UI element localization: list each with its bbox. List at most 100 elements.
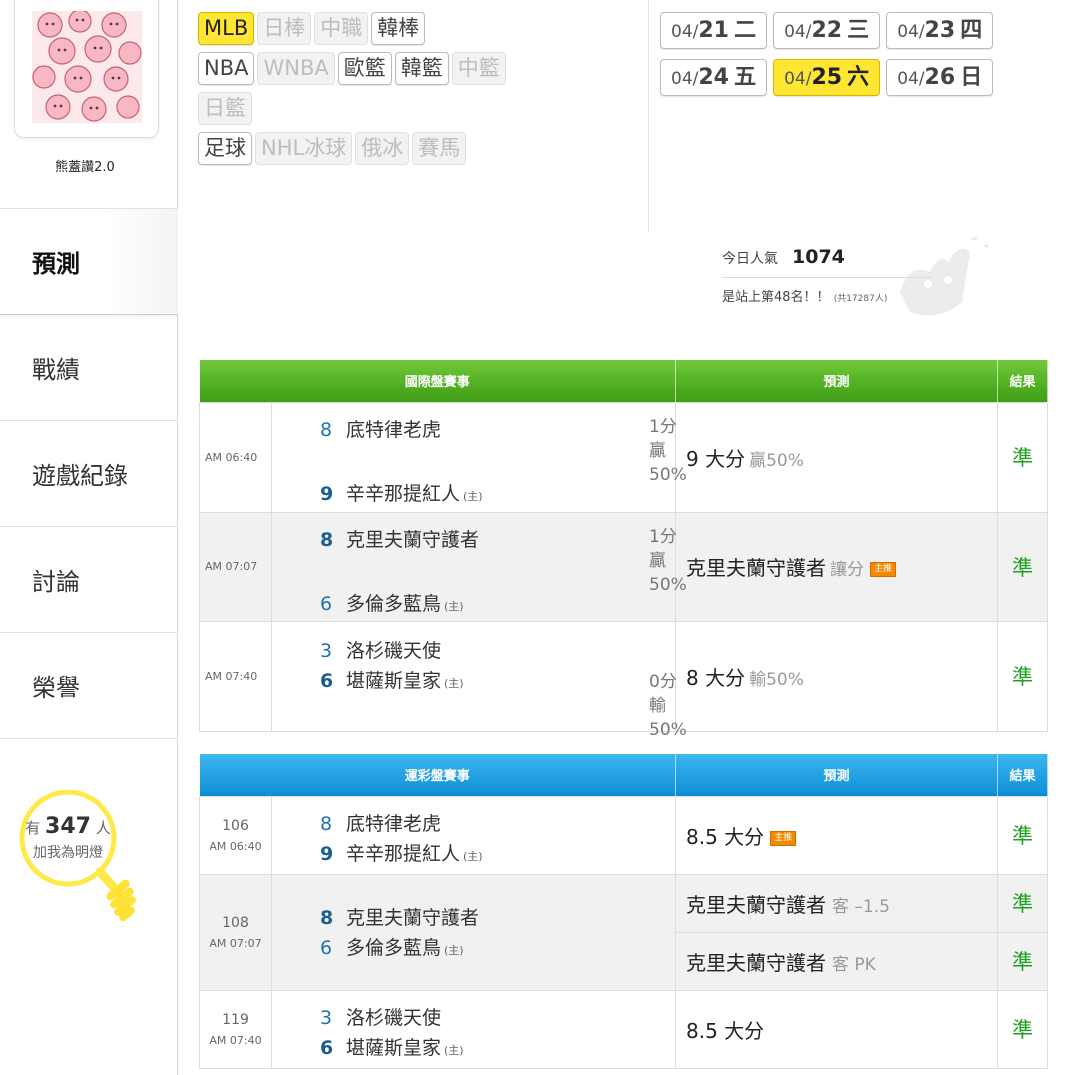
popularity-today: 今日人氣 1074 bbox=[722, 246, 1022, 274]
table-row: 108 AM 07:07 8 克里夫蘭守護者 6 多倫多藍鳥 (主) 克里夫蘭守護者客 –1.… bbox=[199, 873, 1049, 991]
home-team-name: 辛辛那提紅人 bbox=[346, 842, 461, 865]
date-button[interactable]: 04/26 日 bbox=[886, 59, 994, 96]
matchup[interactable]: 8 底特律老虎 9 辛辛那提紅人 (主) 1分贏 50% bbox=[270, 401, 687, 513]
fans-number: 347 bbox=[45, 814, 91, 839]
col-header-result: 結果 bbox=[997, 360, 1049, 402]
league-tag[interactable]: 足球 bbox=[198, 132, 252, 165]
away-team: 3 洛杉磯天使 bbox=[320, 636, 441, 663]
home-tag: (主) bbox=[444, 943, 464, 957]
away-team-name: 洛杉磯天使 bbox=[346, 639, 442, 662]
date-day: 25 bbox=[811, 65, 843, 90]
date-button[interactable]: 04/22 三 bbox=[773, 12, 881, 49]
date-day: 22 bbox=[811, 18, 843, 43]
popularity-panel: 今日人氣 1074 是站上第48名！！ (共17287人) bbox=[722, 246, 1022, 305]
away-team: 8 克里夫蘭守護者 bbox=[320, 903, 479, 930]
prediction-main: 克里夫蘭守護者 bbox=[686, 950, 827, 975]
date-button[interactable]: 04/25 六 bbox=[773, 59, 881, 96]
sidebar-nav: 預測 戰績 遊戲紀錄 討論 榮譽 bbox=[0, 208, 178, 739]
fans-suffix: 人 bbox=[95, 819, 111, 837]
handicap-odds: 0分輸 50% bbox=[649, 670, 687, 742]
fans-label: 加我為明燈 bbox=[33, 845, 103, 861]
table-row: AM 07:07 8 克里夫蘭守護者 6 多倫多藍鳥 (主) 1分贏 50% 克里夫蘭守護者 讓分… bbox=[199, 511, 1049, 622]
sidebar-item-predict[interactable]: 預測 bbox=[0, 208, 178, 314]
away-team-name: 底特律老虎 bbox=[346, 812, 442, 835]
fans-prefix: 有 bbox=[25, 819, 41, 837]
date-button[interactable]: 04/24 五 bbox=[660, 59, 768, 96]
home-tag: (主) bbox=[444, 676, 464, 690]
popularity-label: 今日人氣 bbox=[722, 251, 778, 267]
prediction: 克里夫蘭守護者 讓分 主推 bbox=[675, 511, 999, 622]
col-header-pred: 預測 bbox=[675, 360, 999, 402]
league-tag[interactable]: NBA bbox=[198, 52, 255, 85]
away-team: 8 底特律老虎 bbox=[320, 809, 441, 836]
table-header: 運彩盤賽事 預測 結果 bbox=[199, 754, 1049, 796]
date-weekday: 六 bbox=[847, 65, 870, 90]
divider bbox=[722, 277, 932, 278]
featured-badge: 主推 bbox=[870, 562, 897, 577]
sidebar-item-label: 戰績 bbox=[32, 356, 80, 384]
league-row: MLB 日棒 中職 韓棒 bbox=[198, 12, 638, 52]
divider bbox=[0, 738, 178, 739]
matchup[interactable]: 8 克里夫蘭守護者 6 多倫多藍鳥 (主) 1分贏 50% bbox=[270, 511, 687, 622]
sidebar-item-label: 榮譽 bbox=[32, 674, 80, 702]
col-header-event: 運彩盤賽事 bbox=[199, 754, 677, 796]
result-mark: 準 bbox=[997, 620, 1049, 732]
fans-lightbulb[interactable]: 有 347 人 加我為明燈 bbox=[8, 790, 168, 950]
avatar[interactable] bbox=[14, 0, 159, 138]
matchup[interactable]: 8 底特律老虎 9 辛辛那提紅人 (主) bbox=[270, 795, 677, 875]
away-team-name: 洛杉磯天使 bbox=[346, 1006, 442, 1029]
league-tag[interactable]: 歐籃 bbox=[337, 52, 392, 85]
league-tag: NHL冰球 bbox=[255, 132, 353, 165]
popularity-count: 1074 bbox=[792, 246, 845, 268]
league-tag: WNBA bbox=[257, 52, 335, 85]
league-tag[interactable]: 韓棒 bbox=[371, 12, 426, 45]
home-tag: (主) bbox=[463, 489, 483, 503]
date-button[interactable]: 04/21 二 bbox=[660, 12, 768, 49]
prediction: 8.5 大分 主推 bbox=[675, 795, 999, 875]
game-time: AM 06:40 bbox=[199, 401, 272, 513]
prediction: 8 大分 輸50% bbox=[675, 620, 999, 732]
home-team-name: 堪薩斯皇家 bbox=[346, 1036, 442, 1059]
league-tag: 中籃 bbox=[451, 52, 506, 85]
divider bbox=[648, 0, 649, 232]
away-score: 8 bbox=[320, 812, 333, 835]
game-time: AM 07:07 bbox=[199, 511, 272, 622]
date-month: 04/ bbox=[784, 69, 812, 89]
date-button[interactable]: 04/23 四 bbox=[886, 12, 994, 49]
away-score: 8 bbox=[320, 418, 333, 441]
popularity-rank: 是站上第48名！！ (共17287人) bbox=[722, 286, 1022, 305]
sidebar-item-discussion[interactable]: 討論 bbox=[0, 526, 178, 632]
home-team-name: 辛辛那提紅人 bbox=[346, 482, 461, 505]
sidebar-item-record[interactable]: 戰績 bbox=[0, 314, 178, 420]
prediction: 8.5 大分 bbox=[675, 989, 999, 1069]
table-row: AM 06:40 8 底特律老虎 9 辛辛那提紅人 (主) 1分贏 50% 9 大分 贏50% 準 bbox=[199, 401, 1049, 513]
result-mark: 準 bbox=[997, 401, 1049, 513]
sport-table: 運彩盤賽事 預測 結果 106 AM 06:40 8 底特律老虎 9 辛辛那提紅人 (主) 8… bbox=[199, 754, 1049, 1069]
prediction-main: 克里夫蘭守護者 bbox=[686, 892, 827, 917]
sidebar-item-label: 討論 bbox=[32, 568, 80, 596]
prediction: 克里夫蘭守護者客 –1.5 bbox=[675, 873, 999, 933]
league-tag: 俄冰 bbox=[355, 132, 410, 165]
league-tag[interactable]: 韓籃 bbox=[394, 52, 449, 85]
league-tag[interactable]: MLB bbox=[198, 12, 255, 45]
home-score: 6 bbox=[320, 936, 333, 959]
away-team: 3 洛杉磯天使 bbox=[320, 1003, 441, 1030]
table-row: 106 AM 06:40 8 底特律老虎 9 辛辛那提紅人 (主) 8.5 大分 主推準 bbox=[199, 795, 1049, 875]
rank-text: 是站上第48名！！ bbox=[722, 290, 830, 305]
date-month: 04/ bbox=[897, 69, 925, 89]
matchup[interactable]: 3 洛杉磯天使 6 堪薩斯皇家 (主) bbox=[270, 989, 677, 1069]
matchup[interactable]: 8 克里夫蘭守護者 6 多倫多藍鳥 (主) bbox=[270, 873, 677, 991]
home-score: 9 bbox=[320, 482, 334, 505]
game-number: 106 bbox=[222, 817, 249, 834]
matchup[interactable]: 3 洛杉磯天使 6 堪薩斯皇家 (主) 0分輸 50% bbox=[270, 620, 687, 740]
result-mark: 準 bbox=[997, 873, 1049, 933]
sidebar-item-honor[interactable]: 榮譽 bbox=[0, 632, 178, 738]
date-day: 23 bbox=[924, 18, 956, 43]
date-month: 04/ bbox=[897, 22, 925, 42]
league-filter: MLB 日棒 中職 韓棒 NBA WNBA 歐籃 韓籃 中籃 日籃 足球 NHL冰球 俄冰 賽馬 bbox=[198, 12, 638, 172]
prediction-main: 克里夫蘭守護者 bbox=[686, 556, 827, 580]
date-day: 21 bbox=[698, 18, 729, 43]
date-weekday: 四 bbox=[960, 18, 983, 43]
sidebar-item-game-log[interactable]: 遊戲紀錄 bbox=[0, 420, 178, 526]
fans-count: 有 347 人 bbox=[8, 814, 128, 839]
